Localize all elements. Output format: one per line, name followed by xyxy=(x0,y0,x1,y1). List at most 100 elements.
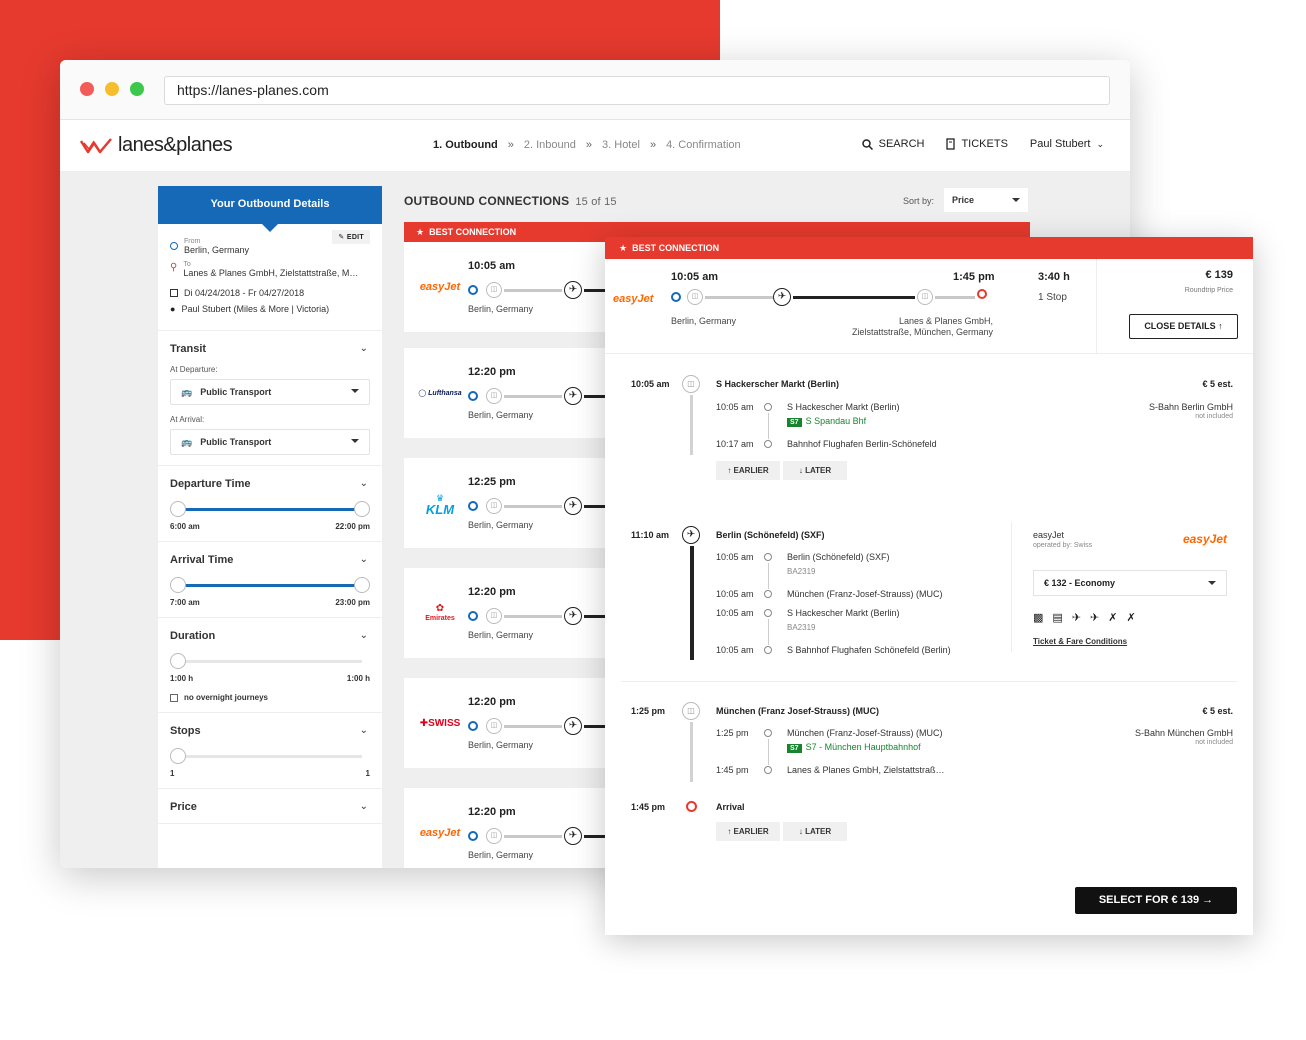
search-label: SEARCH xyxy=(878,138,925,150)
best-connection-banner: ★ BEST CONNECTION xyxy=(605,237,1253,259)
slider-handle-min[interactable] xyxy=(170,501,186,517)
price-filter: Price ⌄ xyxy=(158,789,382,824)
stop-name: S Bahnhof Flughafen Schönefeld (Berlin) xyxy=(787,645,951,655)
sort-label: Sort by: xyxy=(903,196,935,206)
route-line: ◫ ✈ ◫ xyxy=(671,287,991,307)
tickets-label: TICKETS xyxy=(961,138,1008,150)
chevron-down-icon[interactable]: ⌄ xyxy=(360,554,368,565)
route-line: ◫ ✈ xyxy=(468,280,624,300)
segment-time: 1:25 pm xyxy=(631,706,666,716)
stop-name: Lanes & Planes GmbH, Zielstattstraß… xyxy=(787,765,945,775)
departure-transit-select[interactable]: 🚌 Public Transport xyxy=(170,379,370,405)
slider-handle[interactable] xyxy=(170,653,186,669)
connections-header: OUTBOUND CONNECTIONS 15 of 15 xyxy=(404,194,617,208)
origin-dot xyxy=(468,285,478,295)
carrier-logo: easyJet xyxy=(1182,532,1227,546)
from-label: From xyxy=(184,238,201,245)
step-hotel[interactable]: 3. Hotel xyxy=(602,139,640,151)
close-window-dot[interactable] xyxy=(80,82,94,96)
step-inbound[interactable]: 2. Inbound xyxy=(524,139,576,151)
fare-conditions-link[interactable]: Ticket & Fare Conditions xyxy=(1033,637,1127,646)
stops-slider[interactable] xyxy=(170,745,370,767)
overnight-checkbox[interactable]: no overnight journeys xyxy=(170,693,370,702)
divider xyxy=(621,681,1237,682)
arrival-transit-select[interactable]: 🚌 Public Transport xyxy=(170,429,370,455)
seat-icon: ✈ xyxy=(1090,612,1100,624)
transit-segment xyxy=(504,725,562,728)
step-outbound[interactable]: 1. Outbound xyxy=(433,139,498,151)
departure-time-filter: Departure Time ⌄ 6:00 am 22:00 pm xyxy=(158,466,382,542)
bus-icon: ◫ xyxy=(687,289,703,305)
departure-city: Berlin, Germany xyxy=(468,304,534,314)
slider-handle-max[interactable] xyxy=(354,577,370,593)
airline-logo: ♛ KLM xyxy=(412,458,468,548)
airline-name: ♛ KLM xyxy=(425,493,455,517)
search-button[interactable]: SEARCH xyxy=(861,138,925,150)
departure-city: Berlin, Germany xyxy=(671,316,737,326)
calendar-icon xyxy=(170,289,178,297)
origin-dot xyxy=(468,721,478,731)
maximize-window-dot[interactable] xyxy=(130,82,144,96)
stop-connector xyxy=(768,563,769,589)
later-button[interactable]: ↓ LATER xyxy=(783,822,847,841)
airline-logo: easyJet xyxy=(613,293,654,305)
bus-icon: ◫ xyxy=(486,608,502,624)
chevron-down-icon[interactable]: ⌄ xyxy=(360,801,368,812)
range-max: 1 xyxy=(365,769,370,778)
departure-time-slider[interactable] xyxy=(170,498,370,520)
fare-select[interactable]: € 132 - Economy xyxy=(1033,570,1227,596)
duration-slider[interactable] xyxy=(170,650,370,672)
chevron-down-icon[interactable]: ⌄ xyxy=(360,343,368,354)
no-legroom-icon: ✗ xyxy=(1126,612,1136,624)
origin-dot xyxy=(468,611,478,621)
stop-time: 1:25 pm xyxy=(716,728,749,738)
logo[interactable]: lanes&planes xyxy=(80,134,233,157)
transit-title: Transit xyxy=(170,343,207,355)
segment-line xyxy=(690,546,694,660)
minimize-window-dot[interactable] xyxy=(105,82,119,96)
departure-time-title: Departure Time xyxy=(170,478,251,490)
close-details-button[interactable]: CLOSE DETAILS ↑ xyxy=(1129,314,1238,339)
filter-sidebar: Your Outbound Details ✎ EDIT From Berlin… xyxy=(158,186,382,868)
slider-handle-max[interactable] xyxy=(354,501,370,517)
url-bar[interactable]: https://lanes-planes.com xyxy=(164,76,1110,105)
stops-title: Stops xyxy=(170,725,201,737)
plane-icon: ✈ xyxy=(564,497,582,515)
step-confirmation[interactable]: 4. Confirmation xyxy=(666,139,741,151)
sort-select[interactable]: Price xyxy=(944,188,1028,212)
operator-name: S-Bahn München GmbH xyxy=(1134,728,1233,738)
select-connection-button[interactable]: SELECT FOR € 139 → xyxy=(1075,887,1237,914)
plane-icon: ✈ xyxy=(682,526,700,544)
edit-button[interactable]: ✎ EDIT xyxy=(332,230,370,244)
slider-handle-min[interactable] xyxy=(170,577,186,593)
bus-icon: 🚌 xyxy=(181,386,193,397)
checkbox-box[interactable] xyxy=(170,693,178,702)
arrival-time-slider[interactable] xyxy=(170,574,370,596)
arrival-city-line2: Zielstattstraße, München, Germany xyxy=(851,327,993,337)
segment-price: € 5 est. xyxy=(1202,379,1233,389)
step-separator: » xyxy=(507,139,514,151)
user-menu[interactable]: Paul Stubert ⌄ xyxy=(1030,138,1104,150)
earlier-button[interactable]: ↑ EARLIER xyxy=(716,461,780,480)
person-icon: ● xyxy=(170,304,176,314)
later-button[interactable]: ↓ LATER xyxy=(783,461,847,480)
earlier-button[interactable]: ↑ EARLIER xyxy=(716,822,780,841)
tickets-button[interactable]: TICKETS xyxy=(946,138,1008,150)
bus-icon: ◫ xyxy=(486,282,502,298)
price-note: Roundtrip Price xyxy=(1184,287,1233,294)
slider-handle[interactable] xyxy=(170,748,186,764)
departure-transit-label: At Departure: xyxy=(170,365,218,374)
departure-city: Berlin, Germany xyxy=(468,520,534,530)
airline-name: ✿ Emirates xyxy=(425,602,455,622)
chevron-down-icon[interactable]: ⌄ xyxy=(360,725,368,736)
transit-filter: Transit ⌄ At Departure: 🚌 Public Transpo… xyxy=(158,331,382,466)
departure-city: Berlin, Germany xyxy=(468,410,534,420)
stop-dot xyxy=(764,729,772,737)
chevron-down-icon[interactable]: ⌄ xyxy=(360,478,368,489)
departure-time: 12:20 pm xyxy=(468,696,516,708)
step-separator: » xyxy=(585,139,593,151)
plane-icon: ✈ xyxy=(564,387,582,405)
stop-dot xyxy=(764,609,772,617)
chevron-down-icon[interactable]: ⌄ xyxy=(360,630,368,641)
header-actions: SEARCH TICKETS Paul Stubert ⌄ xyxy=(861,138,1104,150)
